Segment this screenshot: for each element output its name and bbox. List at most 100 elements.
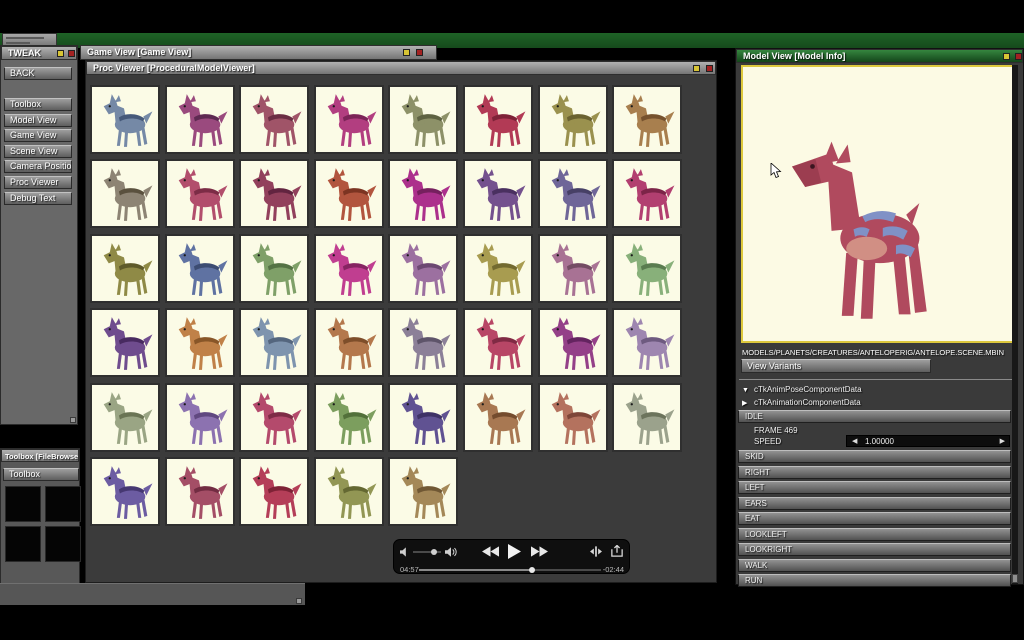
creature-cell[interactable] [239, 308, 310, 378]
creature-cell[interactable] [313, 159, 384, 229]
creature-cell[interactable] [463, 85, 533, 154]
file-thumbnail-slot[interactable] [5, 526, 41, 562]
proc-viewer-titlebar[interactable]: Proc Viewer [ProceduralModelViewer] [86, 61, 716, 75]
anim-bar-run[interactable]: RUN [738, 574, 1011, 587]
game-view-titlebar[interactable]: Game View [Game View] [80, 45, 437, 60]
creature-cell[interactable] [388, 85, 459, 154]
fullscreen-icon[interactable] [590, 546, 602, 557]
anim-bar-right[interactable]: RIGHT [738, 465, 1011, 479]
speed-spinner[interactable]: ◀ 1.00000 ▶ [846, 435, 1010, 447]
file-thumbnail-slot[interactable] [5, 486, 41, 522]
minimize-button[interactable] [693, 65, 700, 72]
toolbox-button[interactable]: Toolbox [3, 468, 79, 481]
anim-bar-idle[interactable]: IDLE [738, 410, 1011, 423]
anim-bar-lookleft[interactable]: LOOKLEFT [738, 527, 1011, 541]
creature-cell[interactable] [463, 382, 533, 452]
scrollbar-track[interactable] [1012, 65, 1018, 584]
spinner-increment-icon[interactable]: ▶ [1000, 436, 1005, 447]
seek-bar[interactable] [419, 567, 601, 573]
component-row[interactable]: ▶ cTkAnimationComponentData [742, 398, 861, 407]
close-button[interactable] [706, 65, 713, 72]
creature-cell[interactable] [612, 308, 683, 378]
creature-cell[interactable] [612, 233, 683, 303]
anim-bar-lookright[interactable]: LOOKRIGHT [738, 543, 1011, 556]
volume-slider-thumb[interactable] [431, 549, 438, 555]
model-3d-viewport[interactable] [741, 65, 1016, 343]
creature-cell[interactable] [90, 308, 160, 378]
chevron-right-icon[interactable]: ▶ [742, 399, 754, 407]
seek-bar-thumb[interactable] [528, 567, 535, 573]
file-thumbnail-slot[interactable] [45, 486, 81, 522]
creature-cell[interactable] [388, 382, 459, 452]
minimize-button[interactable] [1003, 53, 1010, 60]
component-row[interactable]: ▼ cTkAnimPoseComponentData [742, 385, 862, 394]
creature-cell[interactable] [537, 159, 608, 229]
play-button[interactable] [508, 544, 521, 559]
creature-cell[interactable] [90, 382, 160, 452]
creature-cell[interactable] [313, 233, 384, 303]
anim-bar-skid[interactable]: SKID [738, 450, 1011, 463]
creature-cell[interactable] [463, 308, 533, 378]
creature-cell[interactable] [164, 308, 235, 378]
file-thumbnail-slot[interactable] [45, 526, 81, 562]
chevron-down-icon[interactable]: ▼ [742, 387, 754, 394]
close-button[interactable] [68, 50, 75, 57]
creature-cell[interactable] [463, 159, 533, 229]
back-button[interactable]: BACK [4, 67, 72, 80]
creature-cell[interactable] [313, 85, 384, 154]
fast-forward-button[interactable] [531, 546, 548, 557]
creature-cell[interactable] [388, 233, 459, 303]
resize-grip[interactable] [70, 417, 76, 423]
creature-cell[interactable] [612, 382, 683, 452]
toolbox-titlebar[interactable]: Toolbox [FileBrowser] [1, 449, 79, 462]
creature-cell[interactable] [313, 457, 384, 526]
sidebar-button-camera-position[interactable]: Camera Position [4, 160, 72, 174]
creature-cell[interactable] [313, 382, 384, 452]
creature-cell[interactable] [239, 85, 310, 154]
creature-cell[interactable] [164, 457, 235, 526]
tweak-titlebar[interactable]: TWEAK [1, 46, 77, 60]
anim-bar-eat[interactable]: EAT [738, 512, 1011, 525]
spinner-decrement-icon[interactable]: ◀ [852, 436, 857, 447]
creature-cell[interactable] [313, 308, 384, 378]
creature-cell[interactable] [164, 382, 235, 452]
rewind-button[interactable] [482, 546, 499, 557]
creature-cell[interactable] [537, 233, 608, 303]
minimize-button[interactable] [403, 49, 410, 56]
close-button[interactable] [1015, 53, 1022, 60]
creature-cell[interactable] [90, 85, 160, 154]
creature-cell[interactable] [612, 85, 683, 154]
sidebar-button-toolbox[interactable]: Toolbox [4, 98, 72, 111]
creature-cell[interactable] [164, 85, 235, 154]
creature-cell[interactable] [388, 308, 459, 378]
loud-speaker-icon[interactable] [445, 546, 457, 558]
creature-cell[interactable] [90, 457, 160, 526]
export-icon[interactable] [611, 545, 623, 557]
creature-cell[interactable] [388, 159, 459, 229]
anim-bar-ears[interactable]: EARS [738, 496, 1011, 510]
mute-speaker-icon[interactable] [400, 547, 410, 557]
sidebar-button-model-view[interactable]: Model View [4, 113, 72, 127]
creature-cell[interactable] [537, 382, 608, 452]
creature-cell[interactable] [164, 233, 235, 303]
anim-bar-walk[interactable]: WALK [738, 558, 1011, 572]
creature-cell[interactable] [164, 159, 235, 229]
creature-cell[interactable] [463, 233, 533, 303]
view-variants-button[interactable]: View Variants [741, 359, 931, 373]
creature-cell[interactable] [90, 233, 160, 303]
model-view-titlebar[interactable]: Model View [Model Info] [736, 49, 1023, 63]
close-button[interactable] [416, 49, 423, 56]
anim-bar-left[interactable]: LEFT [738, 481, 1011, 494]
creature-cell[interactable] [537, 308, 608, 378]
resize-grip[interactable] [296, 598, 302, 604]
creature-cell[interactable] [239, 457, 310, 526]
volume-slider[interactable] [413, 549, 441, 555]
creature-cell[interactable] [239, 159, 310, 229]
sidebar-button-proc-viewer[interactable]: Proc Viewer [4, 176, 72, 189]
sidebar-button-debug-text[interactable]: Debug Text [4, 191, 72, 205]
creature-cell[interactable] [612, 159, 683, 229]
creature-cell[interactable] [90, 159, 160, 229]
creature-cell[interactable] [239, 233, 310, 303]
creature-cell[interactable] [239, 382, 310, 452]
sidebar-button-scene-view[interactable]: Scene View [4, 144, 72, 158]
